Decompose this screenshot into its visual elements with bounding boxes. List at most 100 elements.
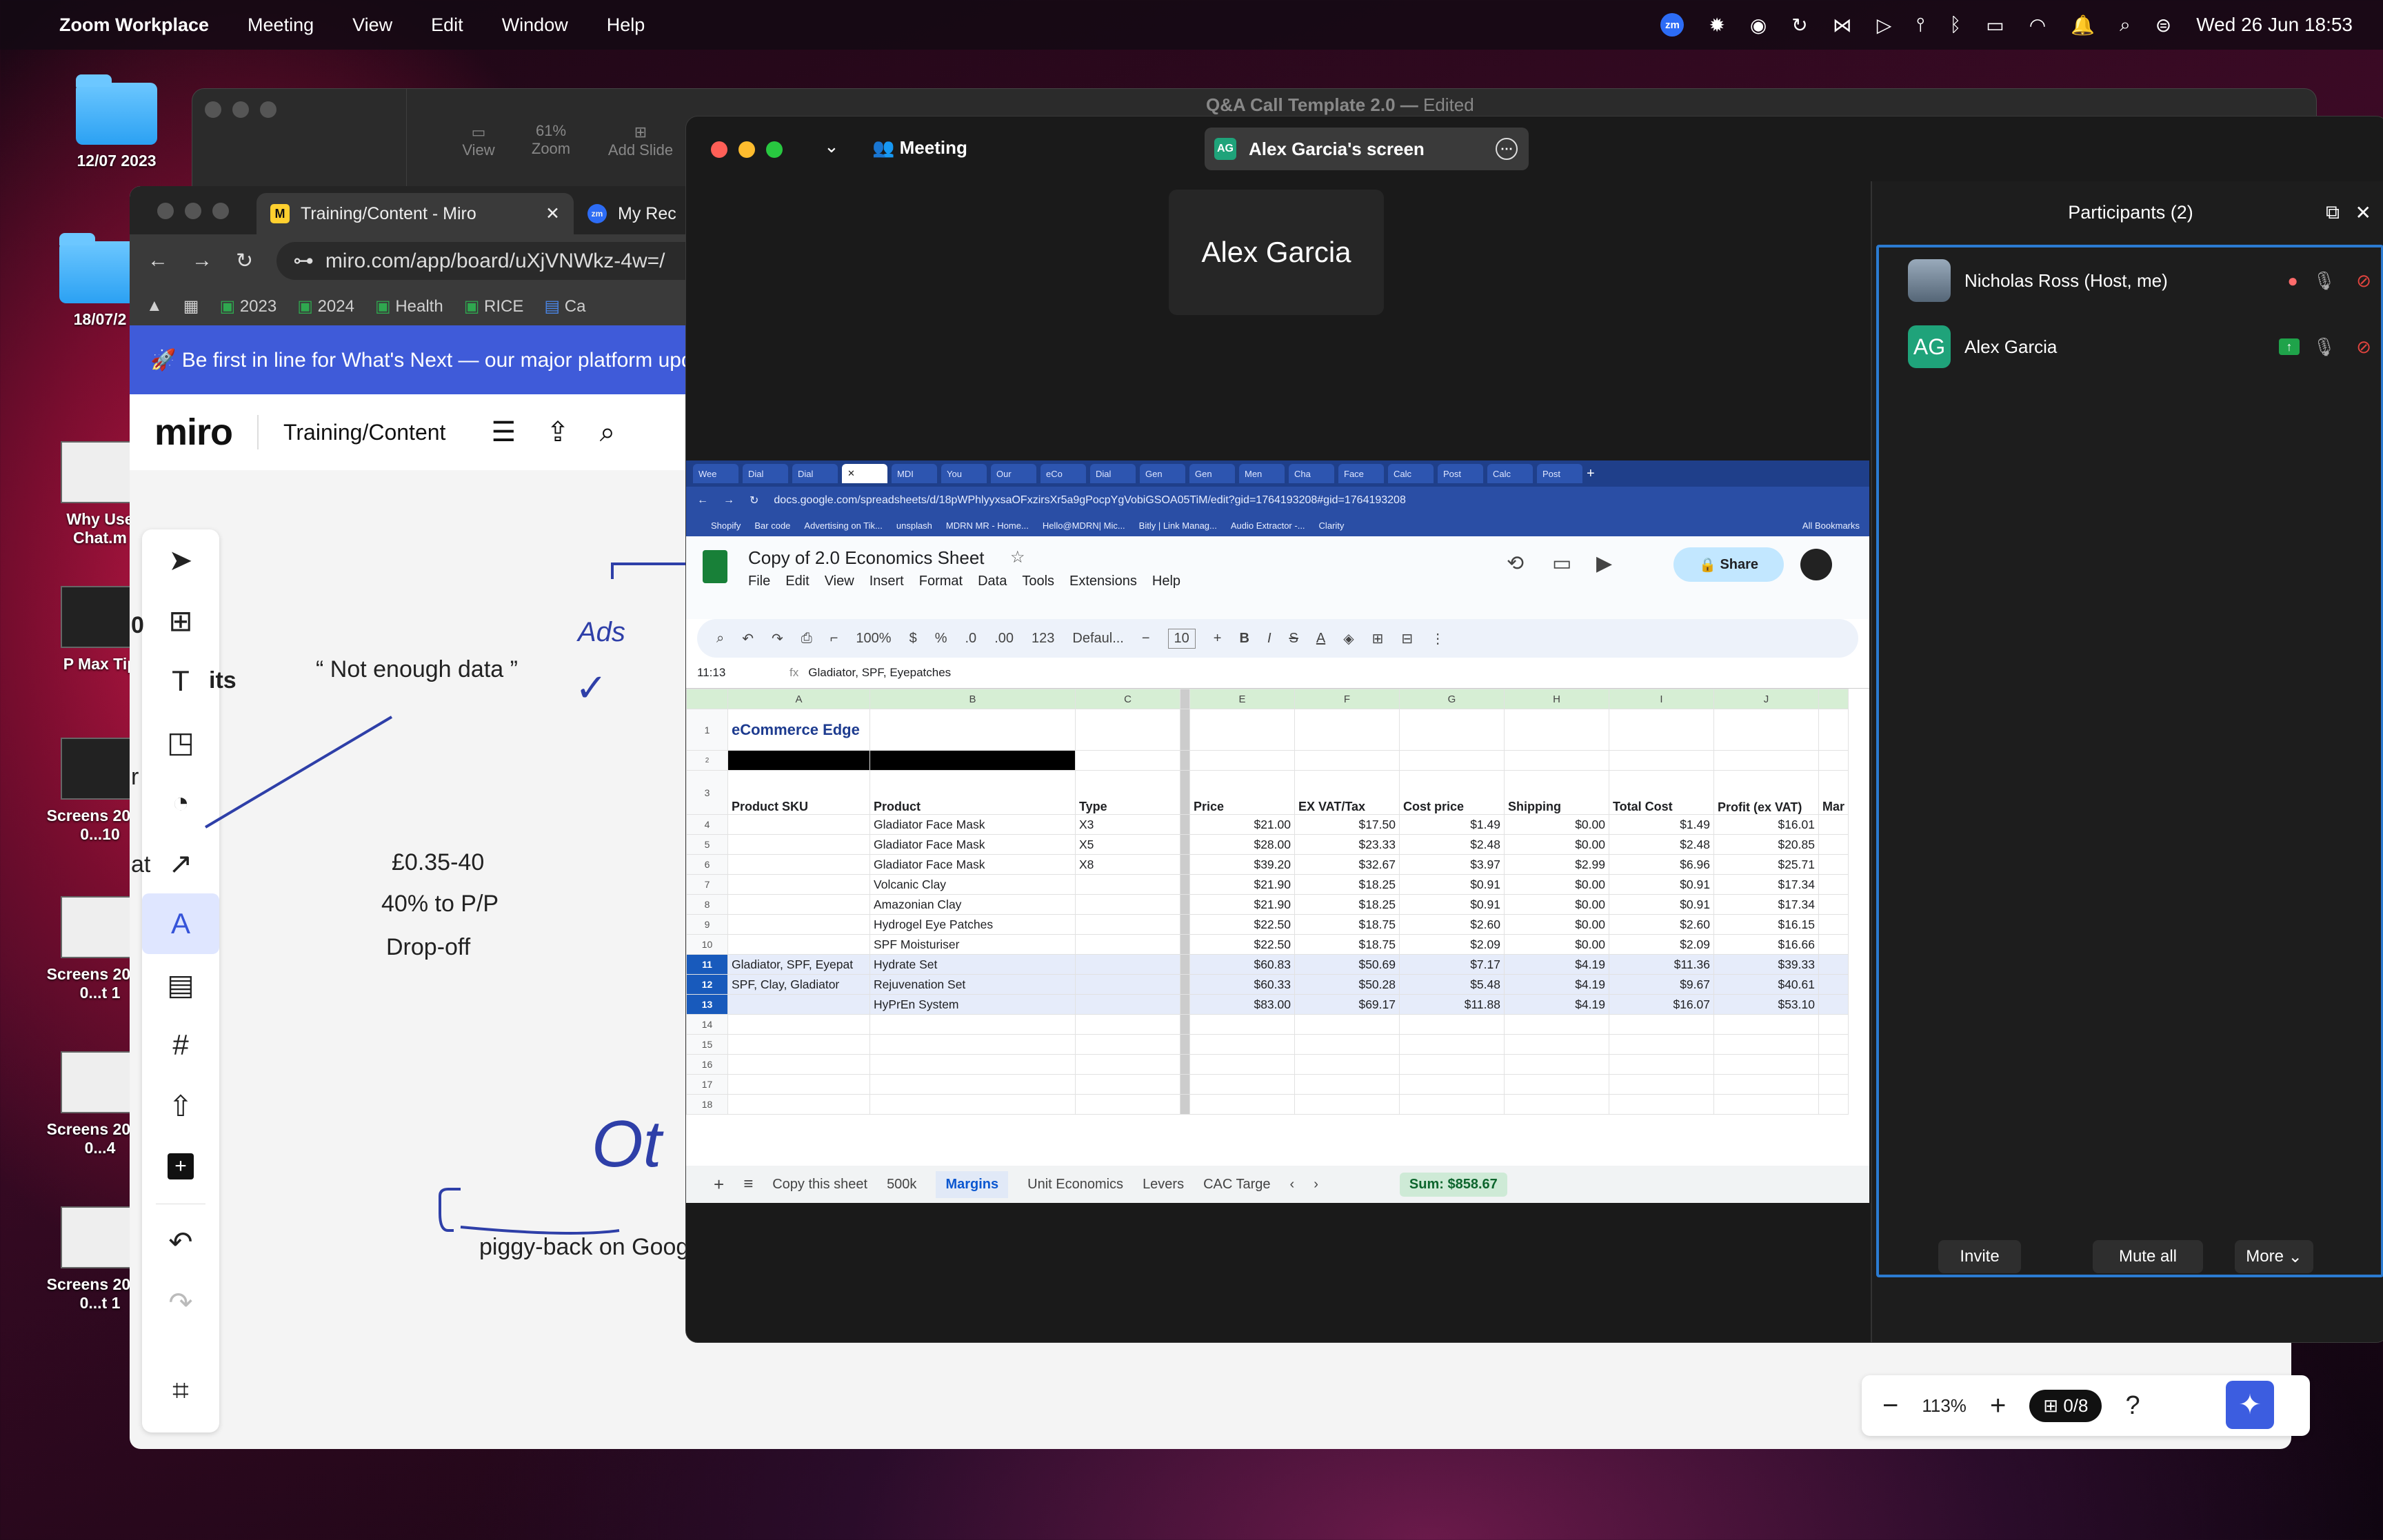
table-cell-profit[interactable]: $16.66 [1713, 934, 1819, 955]
header-cell[interactable]: Shipping [1504, 770, 1609, 815]
header-cell[interactable]: EX VAT/Tax [1294, 770, 1400, 815]
table-cell[interactable] [1294, 1094, 1400, 1115]
invite-button[interactable]: Invite [1938, 1240, 2021, 1273]
row-header[interactable]: 1 [686, 709, 728, 751]
row-header[interactable]: 11 [686, 954, 728, 975]
formula-input[interactable]: Gladiator, SPF, Eyepatches [808, 666, 951, 680]
shared-tab[interactable]: Cha [1289, 464, 1334, 483]
meeting-label[interactable]: 👥 Meeting [872, 137, 967, 159]
close-icon[interactable]: ✕ [2355, 201, 2371, 224]
column-header[interactable] [1818, 689, 1849, 709]
table-cell-sku[interactable] [727, 874, 870, 895]
table-cell-type[interactable] [1075, 994, 1180, 1015]
microphone-icon[interactable]: 🎙 [2313, 270, 2335, 292]
table-cell-cost[interactable]: $5.48 [1399, 974, 1505, 995]
table-cell[interactable] [727, 1074, 870, 1095]
table-cell-product[interactable]: SPF Moisturiser [869, 934, 1076, 955]
table-cell-ship[interactable]: $2.99 [1504, 854, 1609, 875]
scroll-right-icon[interactable]: › [1314, 1177, 1318, 1193]
more-button[interactable]: More ⌄ [2235, 1240, 2313, 1273]
table-cell-cost[interactable]: $3.97 [1399, 854, 1505, 875]
table-cell[interactable] [869, 1014, 1076, 1035]
more-formats[interactable]: 123 [1032, 631, 1054, 647]
shared-tab[interactable]: Face [1338, 464, 1384, 483]
table-cell[interactable] [1713, 1054, 1819, 1075]
table-cell-total[interactable]: $2.48 [1609, 834, 1714, 855]
table-cell[interactable] [1818, 934, 1849, 955]
shared-tab[interactable]: Gen [1140, 464, 1185, 483]
row-header[interactable]: 15 [686, 1034, 728, 1055]
table-cell-type[interactable]: X5 [1075, 834, 1180, 855]
table-cell[interactable] [1818, 1054, 1849, 1075]
table-cell-product[interactable]: Rejuvenation Set [869, 974, 1076, 995]
table-cell-sku[interactable] [727, 834, 870, 855]
table-cell-cost[interactable]: $0.91 [1399, 894, 1505, 915]
table-cell-total[interactable]: $11.36 [1609, 954, 1714, 975]
canvas-check-mark[interactable]: ✓ [575, 665, 607, 711]
table-cell-cost[interactable]: $1.49 [1399, 814, 1505, 835]
control-center-icon[interactable]: ⊜ [2155, 14, 2171, 37]
antenna-icon[interactable]: ⫯ [1916, 14, 1924, 37]
table-cell[interactable] [869, 1034, 1076, 1055]
table-cell-product[interactable]: Gladiator Face Mask [869, 814, 1076, 835]
table-cell-cost[interactable]: $7.17 [1399, 954, 1505, 975]
table-cell-product[interactable]: Hydrogel Eye Patches [869, 914, 1076, 935]
table-cell-type[interactable] [1075, 954, 1180, 975]
table-cell[interactable] [869, 1074, 1076, 1095]
table-cell-sku[interactable] [727, 894, 870, 915]
table-cell-total[interactable]: $2.09 [1609, 934, 1714, 955]
table-cell-product[interactable]: Gladiator Face Mask [869, 854, 1076, 875]
text-color-button[interactable]: A [1316, 631, 1325, 647]
row-header[interactable]: 9 [686, 914, 728, 935]
table-cell[interactable] [869, 1094, 1076, 1115]
shared-tab[interactable]: Calc [1388, 464, 1434, 483]
table-cell[interactable] [1818, 834, 1849, 855]
menu-edit[interactable]: Edit [431, 14, 463, 36]
table-cell-total[interactable]: $16.07 [1609, 994, 1714, 1015]
table-cell-cost[interactable]: $11.88 [1399, 994, 1505, 1015]
table-cell[interactable] [1504, 1034, 1609, 1055]
column-header[interactable]: A [727, 689, 870, 709]
canvas-ads-note[interactable]: Ads [578, 617, 625, 648]
sheet-tab[interactable]: CAC Targe [1203, 1177, 1270, 1193]
sheet-tab[interactable]: Unit Economics [1027, 1177, 1123, 1193]
paint-format-icon[interactable]: ⌐ [830, 631, 838, 647]
menu-format[interactable]: Format [919, 574, 963, 589]
row-header[interactable]: 7 [686, 874, 728, 895]
table-cell[interactable] [1818, 954, 1849, 975]
table-cell[interactable] [869, 1054, 1076, 1075]
name-box[interactable]: 11:13 [686, 666, 780, 680]
popout-icon[interactable]: ⧉ [2326, 201, 2340, 224]
column-header[interactable]: I [1609, 689, 1714, 709]
borders-icon[interactable]: ⊞ [1372, 630, 1384, 647]
table-cell[interactable] [1609, 1074, 1714, 1095]
table-cell-type[interactable]: X3 [1075, 814, 1180, 835]
table-cell[interactable] [1818, 814, 1849, 835]
table-cell-type[interactable] [1075, 934, 1180, 955]
percent-format[interactable]: % [935, 631, 947, 647]
table-cell-exvat[interactable]: $23.33 [1294, 834, 1400, 855]
canvas-pct-note[interactable]: 40% to P/P [381, 891, 499, 918]
table-cell-ship[interactable]: $4.19 [1504, 994, 1609, 1015]
history-icon[interactable]: ⟲ [1507, 551, 1524, 576]
table-cell-product[interactable]: Volcanic Clay [869, 874, 1076, 895]
scroll-left-icon[interactable]: ‹ [1290, 1177, 1295, 1193]
table-cell-sku[interactable] [727, 814, 870, 835]
datetime[interactable]: Wed 26 Jun 18:53 [2196, 14, 2353, 36]
table-cell-type[interactable]: X8 [1075, 854, 1180, 875]
menu-help[interactable]: Help [1152, 574, 1180, 589]
table-cell[interactable] [1713, 1074, 1819, 1095]
spreadsheet-grid[interactable]: A B C E F G H I J 1 eCommerce Edge 2 3 P… [686, 689, 1849, 1115]
header-cell[interactable]: Cost price [1399, 770, 1505, 815]
table-cell-ship[interactable]: $0.00 [1504, 894, 1609, 915]
minimize-icon[interactable] [738, 141, 755, 158]
table-cell-exvat[interactable]: $18.25 [1294, 874, 1400, 895]
table-cell-cost[interactable]: $0.91 [1399, 874, 1505, 895]
table-cell[interactable] [1504, 1014, 1609, 1035]
table-cell[interactable] [1180, 1034, 1190, 1055]
shared-tab[interactable]: Dial [743, 464, 788, 483]
sheet-tab-active[interactable]: Margins [936, 1171, 1009, 1198]
column-header[interactable]: C [1075, 689, 1180, 709]
video-off-icon[interactable]: ⊘ [2356, 336, 2371, 358]
table-cell[interactable] [1818, 1094, 1849, 1115]
